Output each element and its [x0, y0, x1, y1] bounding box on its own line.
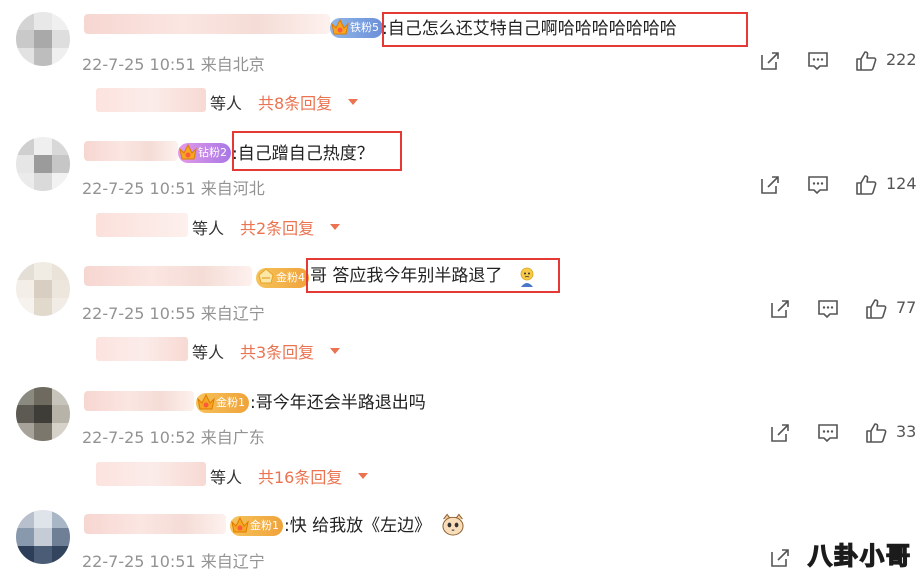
comment-actions: 33 — [768, 421, 924, 445]
highlight-box — [306, 258, 560, 293]
comment-actions: 124 — [758, 173, 924, 197]
caret-down-icon[interactable] — [330, 224, 340, 230]
comment-time: 22-7-25 10:52 — [82, 428, 196, 447]
avatar[interactable] — [16, 510, 70, 564]
crown-icon — [331, 18, 349, 35]
comment-location: 来自辽宁 — [200, 304, 265, 323]
share-icon[interactable] — [768, 421, 792, 445]
comment-text: :哥今年还会半路退出吗 — [250, 393, 426, 413]
crown-icon — [231, 516, 249, 533]
like-count: 124 — [886, 174, 917, 193]
comment-icon[interactable] — [806, 49, 830, 73]
like-count: 77 — [896, 298, 917, 317]
comment-location: 来自河北 — [200, 179, 265, 198]
reply-prefix: 等人 — [210, 468, 243, 487]
reply-avatars-blurred[interactable] — [96, 337, 188, 361]
comment-time: 22-7-25 10:51 — [82, 179, 196, 198]
comment-meta: 22-7-25 10:52 来自广东 — [82, 424, 265, 448]
avatar[interactable] — [16, 387, 70, 441]
highlight-box — [232, 131, 402, 171]
comment-icon[interactable] — [806, 173, 830, 197]
username-blurred[interactable] — [84, 141, 178, 161]
thumbs-up-icon[interactable] — [854, 49, 878, 73]
comment-item: 钻粉2 :自己蹭自己热度？ 22-7-25 10:51 来自河北 124 等人 … — [0, 125, 924, 250]
badge-label: 金粉1 — [216, 396, 245, 409]
thumbs-up-icon[interactable] — [864, 421, 888, 445]
fan-badge[interactable]: 钻粉2 — [178, 143, 231, 163]
cat-emoji-icon — [442, 513, 464, 536]
crown-icon — [197, 393, 215, 410]
crown-icon — [179, 143, 197, 160]
badge-label: 金粉4 — [276, 271, 305, 284]
comment-location: 来自辽宁 — [200, 552, 265, 571]
reply-prefix: 等人 — [192, 219, 225, 238]
fan-badge[interactable]: 铁粉5 — [330, 18, 383, 38]
reply-prefix: 等人 — [192, 343, 225, 362]
comment-meta: 22-7-25 10:51 来自辽宁 — [82, 548, 265, 572]
badge-label: 铁粉5 — [350, 21, 379, 34]
avatar[interactable] — [16, 262, 70, 316]
username-blurred[interactable] — [84, 266, 252, 286]
username-blurred[interactable] — [84, 391, 194, 411]
thumbs-up-icon[interactable] — [864, 297, 888, 321]
like-count: 222 — [886, 50, 917, 69]
like-count: 33 — [896, 422, 917, 441]
fan-badge[interactable]: 金粉4 — [256, 268, 309, 288]
comment-item: 金粉4 哥 答应我今年别半路退了 22-7-25 10:55 来自辽宁 77 等… — [0, 250, 924, 375]
comment-time: 22-7-25 10:51 — [82, 55, 196, 74]
comment-time: 22-7-25 10:55 — [82, 304, 196, 323]
comment-icon[interactable] — [816, 421, 840, 445]
caret-down-icon[interactable] — [358, 473, 368, 479]
watermark: 八卦小哥 — [807, 541, 912, 571]
avatar[interactable] — [16, 137, 70, 191]
badge-label: 金粉1 — [250, 519, 279, 532]
reply-avatars-blurred[interactable] — [96, 213, 188, 237]
view-replies-link[interactable]: 共16条回复 — [258, 464, 342, 488]
share-icon[interactable] — [758, 49, 782, 73]
comment-location: 来自北京 — [200, 55, 265, 74]
share-icon[interactable] — [768, 546, 792, 570]
fan-badge[interactable]: 金粉1 — [230, 516, 283, 536]
view-replies-link[interactable]: 共8条回复 — [258, 90, 332, 114]
comment-meta: 22-7-25 10:55 来自辽宁 — [82, 300, 265, 324]
share-icon[interactable] — [768, 297, 792, 321]
avatar[interactable] — [16, 12, 70, 66]
comment-actions: 77 — [768, 297, 924, 321]
view-replies-link[interactable]: 共3条回复 — [240, 339, 314, 363]
comment-item: 铁粉5 :自己怎么还艾特自己啊哈哈哈哈哈哈哈 22-7-25 10:51 来自北… — [0, 0, 924, 125]
comment-item: 金粉1 :快 给我放《左边》 22-7-25 10:51 来自辽宁 — [0, 500, 924, 577]
comment-text: :快 给我放《左边》 — [284, 516, 432, 536]
comment-actions: 222 — [758, 49, 924, 73]
username-blurred[interactable] — [84, 514, 226, 534]
comment-location: 来自广东 — [200, 428, 265, 447]
comment-time: 22-7-25 10:51 — [82, 552, 196, 571]
comment-meta: 22-7-25 10:51 来自河北 — [82, 175, 265, 199]
crown-icon — [258, 268, 274, 284]
comment-meta: 22-7-25 10:51 来自北京 — [82, 51, 265, 75]
fan-badge[interactable]: 金粉1 — [196, 393, 249, 413]
caret-down-icon[interactable] — [348, 99, 358, 105]
badge-label: 钻粉2 — [198, 146, 227, 159]
reply-avatars-blurred[interactable] — [96, 88, 206, 112]
reply-prefix: 等人 — [210, 94, 243, 113]
reply-avatars-blurred[interactable] — [96, 462, 206, 486]
share-icon[interactable] — [758, 173, 782, 197]
caret-down-icon[interactable] — [330, 348, 340, 354]
comment-item: 金粉1 :哥今年还会半路退出吗 22-7-25 10:52 来自广东 33 等人… — [0, 375, 924, 500]
username-blurred[interactable] — [84, 14, 330, 34]
thumbs-up-icon[interactable] — [854, 173, 878, 197]
highlight-box — [382, 12, 748, 47]
view-replies-link[interactable]: 共2条回复 — [240, 215, 314, 239]
comment-icon[interactable] — [816, 297, 840, 321]
